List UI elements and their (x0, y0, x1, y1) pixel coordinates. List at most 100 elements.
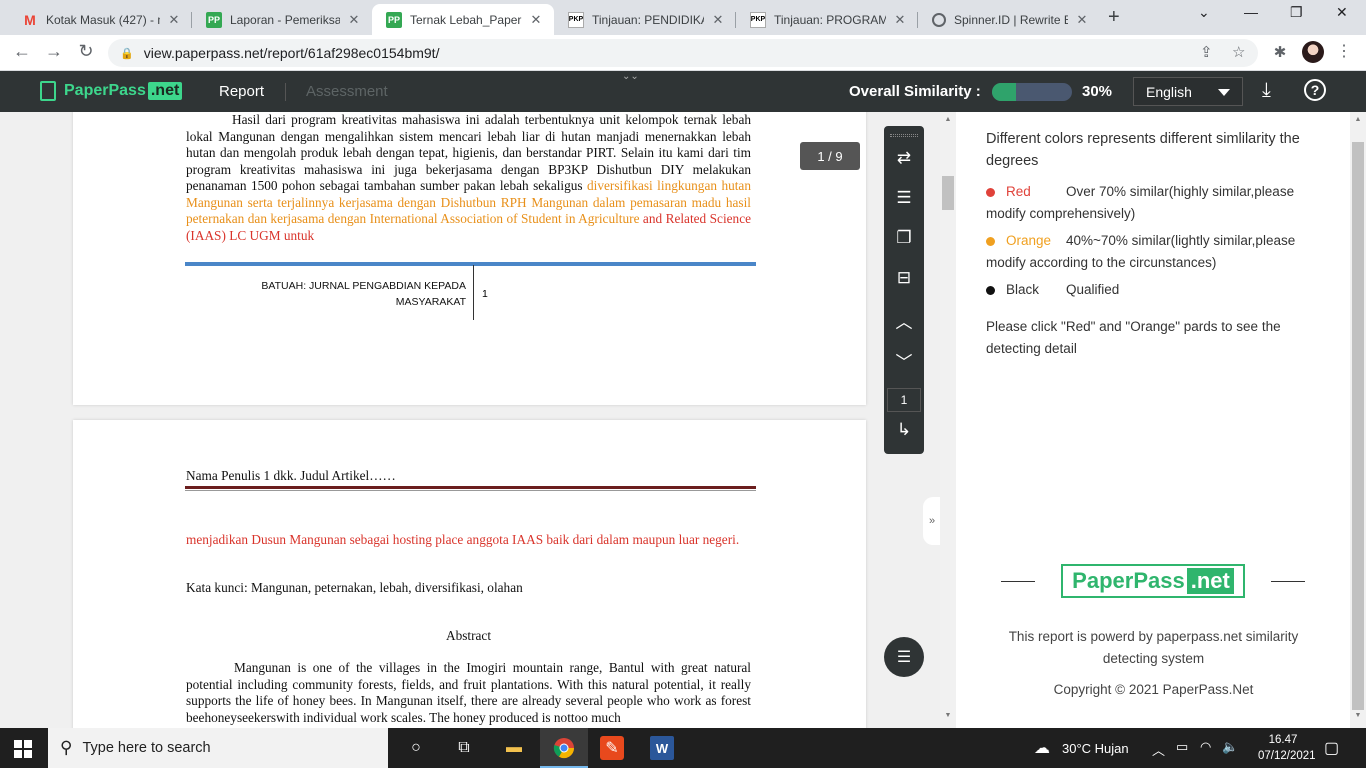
clock-date: 07/12/2021 (1258, 750, 1316, 762)
menu-icon: ☰ (896, 649, 912, 666)
keywords-line: Kata kunci: Mangunan, peternakan, lebah,… (186, 580, 523, 595)
scroll-up-icon[interactable]: ▲ (940, 116, 956, 123)
swap-icon[interactable]: ⇄ (884, 148, 924, 168)
volume-icon[interactable]: 🔈 (1222, 739, 1238, 755)
bookmark-star-icon[interactable]: ☆ (1232, 43, 1245, 61)
browser-tab-laporan[interactable]: PP Laporan - Pemeriksa P ✕ (192, 4, 372, 35)
page-number-input[interactable]: 1 (887, 388, 921, 412)
share-icon[interactable]: ⇪ (1200, 43, 1213, 61)
tab-search-icon[interactable]: ⌄ (1198, 4, 1210, 21)
forward-icon[interactable]: → (42, 41, 66, 62)
similarity-value: 30% (1082, 83, 1113, 100)
language-select[interactable]: English (1133, 77, 1243, 106)
legend-row-red[interactable]: Red Over 70% similar(highly similar,plea… (986, 181, 1326, 225)
menu-fab-button[interactable]: ☰ (884, 637, 924, 677)
close-tab-icon[interactable]: ✕ (166, 12, 182, 28)
cortana-icon[interactable]: ○ (404, 736, 428, 760)
file-explorer-icon[interactable]: ▬ (502, 736, 526, 760)
task-view-icon[interactable]: ⧉ (452, 736, 476, 760)
notification-icon[interactable]: ▢ (1324, 738, 1339, 758)
logo-line-right (1271, 581, 1305, 582)
system-clock[interactable]: 16.47 07/12/2021 (1258, 732, 1316, 764)
chevron-down-icon[interactable]: ﹀ (884, 348, 924, 373)
chrome-icon[interactable] (552, 736, 576, 760)
wifi-icon[interactable]: ◠ (1200, 739, 1211, 755)
tray-expand-icon[interactable]: ︿ (1152, 740, 1165, 759)
url-text: view.paperpass.net/report/61af298ec0154b… (143, 45, 440, 61)
weather-text[interactable]: 30°C Hujan (1062, 741, 1129, 756)
minimize-icon[interactable]: — (1244, 4, 1258, 20)
header-rule (185, 486, 756, 489)
scrollbar-thumb[interactable] (942, 176, 954, 210)
reload-icon[interactable]: ↻ (74, 41, 98, 62)
scroll-down-icon[interactable]: ▼ (940, 712, 956, 719)
paperpass-header: ⌄⌄ PaperPass .net Report Assessment Over… (0, 71, 1366, 112)
browser-menu-icon[interactable]: ⋮ (1336, 41, 1352, 61)
back-icon[interactable]: ← (10, 41, 34, 62)
tab-title: Ternak Lebah_PaperPa (410, 12, 522, 27)
document-icon (40, 81, 56, 101)
weather-icon: ☁ (1034, 740, 1050, 757)
browser-tab-spinner[interactable]: Spinner.ID | Rewrite En ✕ (918, 4, 1100, 35)
scroll-up-icon[interactable]: ▲ (1350, 116, 1366, 123)
browser-tab-program[interactable]: PKP Tinjauan: PROGRAM K ✕ (736, 4, 918, 35)
url-input[interactable]: 🔒 view.paperpass.net/report/61af298ec015… (108, 39, 1258, 67)
address-bar: ← → ↻ 🔒 view.paperpass.net/report/61af29… (0, 35, 1366, 71)
similarity-label: Overall Similarity : (849, 83, 981, 100)
maximize-icon[interactable]: ❐ (1290, 4, 1303, 21)
page-indicator-badge: 1 / 9 (800, 142, 860, 170)
logo-name: PaperPass (64, 82, 146, 99)
browser-tab-ternak-lebah[interactable]: PP Ternak Lebah_PaperPa ✕ (372, 4, 554, 35)
chevron-up-icon[interactable]: ︿ (884, 308, 924, 333)
close-window-icon[interactable]: ✕ (1336, 4, 1348, 21)
scroll-down-icon[interactable]: ▼ (1350, 712, 1366, 719)
windows-start-icon[interactable] (14, 740, 32, 758)
paperpass-logo[interactable]: PaperPass .net (40, 81, 183, 101)
legend-row-black[interactable]: Black Qualified (986, 279, 1326, 301)
logo-name: PaperPass (1072, 568, 1185, 593)
legend-name: Black (1006, 282, 1040, 297)
panel-scrollbar[interactable]: ▲ ▼ (1350, 112, 1366, 728)
footer-divider (473, 265, 474, 320)
drag-handle-icon[interactable] (890, 134, 918, 137)
pkp-icon: PKP (750, 11, 766, 28)
chevron-down-icon (1218, 89, 1230, 96)
browser-tab-gmail[interactable]: M Kotak Masuk (427) - m ✕ (8, 4, 192, 35)
scrollbar-thumb[interactable] (1352, 142, 1364, 710)
logo-suffix: .net (147, 82, 183, 100)
download-icon[interactable]: ⤓ (1262, 79, 1271, 102)
list-icon[interactable]: ☰ (884, 188, 924, 208)
tab-assessment[interactable]: Assessment (306, 83, 388, 100)
expand-panel-icon[interactable]: » (923, 497, 941, 545)
go-to-page-icon[interactable]: ↳ (884, 420, 924, 440)
lock-icon: 🔒 (120, 47, 134, 60)
new-tab-icon[interactable]: + (1108, 6, 1120, 29)
search-icon: ⚲ (60, 738, 73, 757)
tab-report[interactable]: Report (219, 83, 264, 100)
text-red-match[interactable]: menjadikan Dusun Mangunan sebagai hostin… (186, 532, 751, 549)
word-icon[interactable]: W (650, 736, 674, 760)
paperpass-icon: PP (386, 11, 402, 28)
battery-icon[interactable]: ▭ (1176, 739, 1188, 755)
browser-tab-pendidikan[interactable]: PKP Tinjauan: PENDIDIKAN ✕ (554, 4, 736, 35)
pdf-app-icon[interactable]: ✎ (600, 736, 624, 760)
tab-title: Tinjauan: PROGRAM K (774, 12, 886, 27)
close-tab-icon[interactable]: ✕ (1074, 12, 1090, 28)
header-rule-thin (185, 490, 756, 491)
document-page-1: Hasil dari program kreativitas mahasiswa… (73, 112, 866, 405)
extensions-icon[interactable]: ✱ (1268, 43, 1292, 61)
close-tab-icon[interactable]: ✕ (710, 12, 726, 28)
close-tab-icon[interactable]: ✕ (892, 12, 908, 28)
collapse-header-icon[interactable]: ⌄⌄ (622, 71, 639, 82)
document-viewer[interactable]: Hasil dari program kreativitas mahasiswa… (0, 112, 940, 728)
copy-icon[interactable]: ❐ (884, 228, 924, 248)
align-icon[interactable]: ⊟ (884, 268, 924, 288)
taskbar-search-input[interactable]: ⚲ Type here to search (48, 728, 388, 768)
document-scrollbar[interactable]: ▲ ▼ (940, 112, 956, 728)
help-icon: ? (1304, 79, 1326, 101)
close-tab-icon[interactable]: ✕ (346, 12, 362, 28)
legend-row-orange[interactable]: Orange 40%~70% similar(lightly similar,p… (986, 230, 1326, 274)
close-tab-icon[interactable]: ✕ (528, 12, 544, 28)
help-button[interactable]: ? (1304, 79, 1326, 101)
profile-avatar[interactable] (1302, 41, 1324, 63)
